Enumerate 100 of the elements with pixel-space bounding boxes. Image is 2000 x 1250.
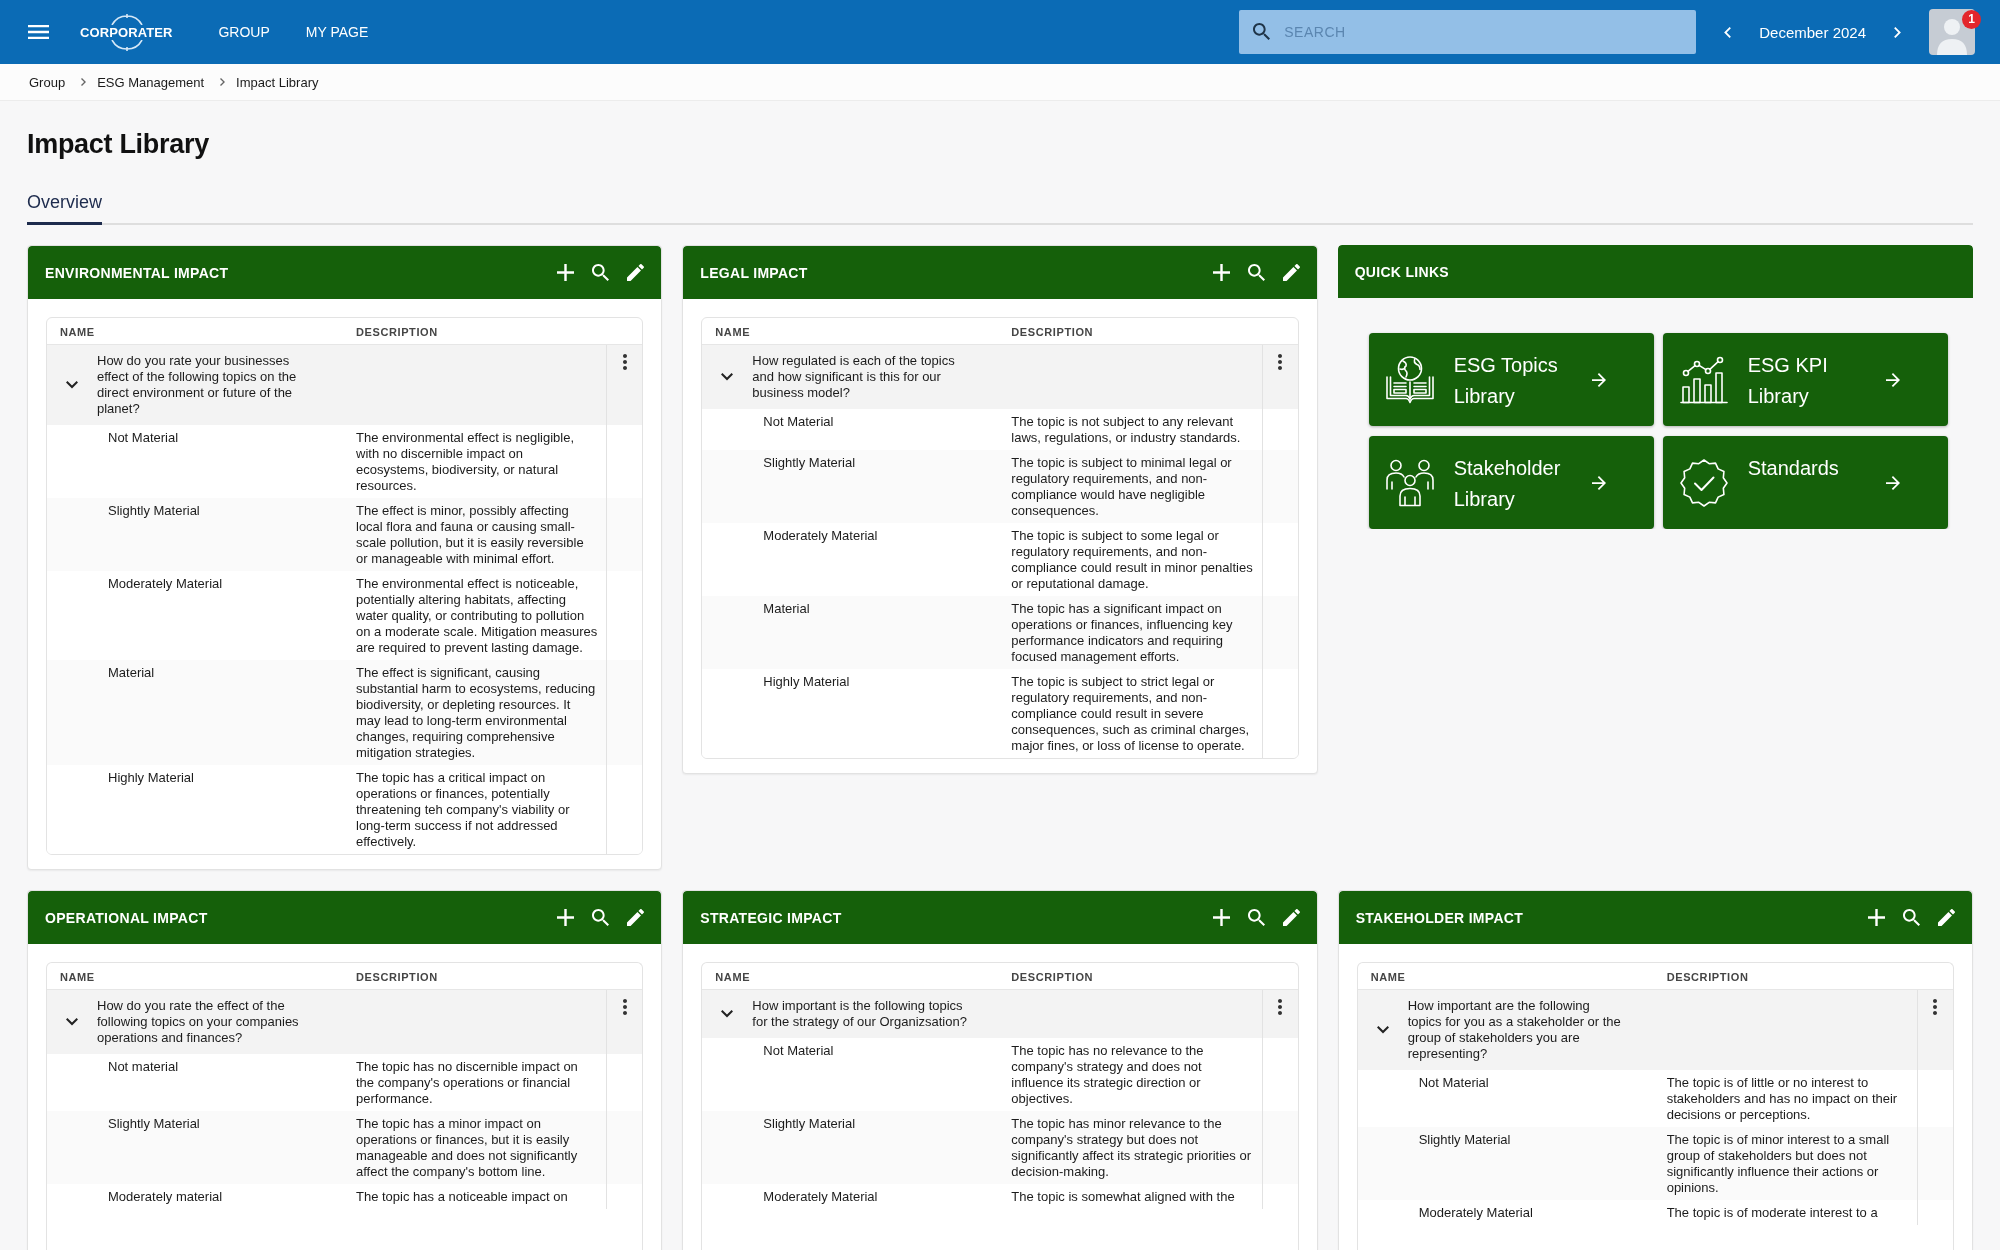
logo-text: CORPORATER xyxy=(80,24,173,40)
breadcrumb-current: Impact Library xyxy=(236,74,319,90)
plus-icon[interactable] xyxy=(557,264,575,281)
search-icon[interactable] xyxy=(1903,909,1920,926)
chevron-down-icon[interactable] xyxy=(66,1018,78,1026)
breadcrumb-link[interactable]: Group xyxy=(29,74,66,90)
panel-title: STAKEHOLDER IMPACT xyxy=(1355,909,1524,926)
search-icon[interactable] xyxy=(592,909,610,926)
table-cell-text: The effect is significant, causing substantial harm to ecosystems, reducing biodiversity, or depleting resources. It may lead to long-term environmental changes, requiring comprehensive mitigation strategies. xyxy=(356,665,597,761)
three-dots-icon[interactable] xyxy=(1278,354,1283,370)
chevron-right-icon xyxy=(220,78,226,86)
table-cell-text: The topic has a critical impact on operations or finances, potentially threatening teh company's viability or long-term success if not addressed effectively. xyxy=(356,770,571,850)
column-header: NAME xyxy=(1370,971,1406,983)
plus-icon[interactable] xyxy=(557,909,575,926)
quick-link-tile[interactable]: Standards xyxy=(1662,436,1948,529)
table-cell: The environmental effect is noticeable, potentially altering habitats, affecting water quality, or contributing to pollution on a moderate scale. Mitigation measures are required to prevent lasting damage. xyxy=(356,576,599,656)
nav-link[interactable]: MY PAGE xyxy=(305,24,369,40)
search-field[interactable]: SEARCH xyxy=(1239,10,1697,54)
search-icon[interactable] xyxy=(1247,264,1265,281)
column-header: DESCRIPTION xyxy=(1011,971,1094,983)
column-header: DESCRIPTION xyxy=(1011,326,1094,338)
pencil-icon[interactable] xyxy=(1282,264,1300,281)
breadcrumb-link[interactable]: ESG Management xyxy=(97,74,205,90)
table-cell-text: The topic has a minor impact on operations or finances, but it is easily manageable and does not significantly affect the company's bottom line. xyxy=(356,1116,579,1180)
column-header: DESCRIPTION xyxy=(356,326,438,338)
arrow-right-icon[interactable] xyxy=(1885,475,1900,490)
table-cell: Material xyxy=(763,601,810,617)
panel-title: ENVIRONMENTAL IMPACT xyxy=(45,264,229,281)
pencil-icon[interactable] xyxy=(627,264,645,281)
table-cell: Moderately Material xyxy=(763,1189,878,1205)
table-cell-text: The topic has minor relevance to the company's strategy but does not significantly affect its strategic priorities or decision-making. xyxy=(1011,1116,1252,1180)
chevron-down-icon[interactable] xyxy=(721,373,734,381)
chevron-right-icon[interactable] xyxy=(1894,26,1901,38)
menu-icon[interactable] xyxy=(28,25,49,39)
user-silhouette-icon[interactable] xyxy=(1929,9,1975,55)
table-cell: The topic is somewhat aligned with the xyxy=(1011,1189,1235,1205)
table-cell: Moderately Material xyxy=(1418,1205,1533,1221)
three-dots-icon[interactable] xyxy=(1278,999,1283,1015)
quick-link-tile[interactable]: Stakeholder Library xyxy=(1368,436,1654,529)
question-cell: How important is the following topics for the strategy of our Organizsation? xyxy=(752,998,968,1030)
tab[interactable]: Overview xyxy=(27,191,102,225)
nav-link[interactable]: GROUP xyxy=(218,24,270,40)
chevron-right-icon xyxy=(81,78,87,86)
column-header: DESCRIPTION xyxy=(356,971,438,983)
table-cell-text: The topic has a significant impact on operations or finances, influencing key performance indicators and requiring focused management efforts. xyxy=(1011,601,1234,665)
three-dots-icon[interactable] xyxy=(622,354,627,370)
table-cell: Not material xyxy=(108,1059,179,1075)
question-cell-text: How regulated is each of the topics and how significant is this for our business model? xyxy=(752,353,956,401)
chevron-down-icon[interactable] xyxy=(721,1010,734,1018)
column-header: NAME xyxy=(60,971,95,983)
table-cell: Slightly Material xyxy=(1418,1132,1511,1148)
table-cell-text: The topic is not subject to any relevant laws, regulations, or industry standards. xyxy=(1011,414,1242,446)
table-cell: Not Material xyxy=(1418,1075,1489,1091)
pencil-icon[interactable] xyxy=(1938,909,1955,926)
column-header: NAME xyxy=(715,971,751,983)
panel-title: OPERATIONAL IMPACT xyxy=(45,909,208,926)
pencil-icon[interactable] xyxy=(1282,909,1300,926)
table-cell-text: The topic has no discernible impact on the company's operations or financial performance. xyxy=(356,1059,579,1107)
table-cell: The topic is subject to some legal or regulatory requirements, and non-compliance could result in minor penalties or reputational damage. xyxy=(1011,528,1254,592)
question-cell-text: How do you rate the effect of the following topics on your companies operations and finances? xyxy=(97,998,300,1046)
plus-icon[interactable] xyxy=(1212,264,1230,281)
table-cell-text: The topic is of minor interest to a small group of stakeholders but does not significantly influence their actions or opinions. xyxy=(1666,1132,1891,1196)
chevron-down-icon[interactable] xyxy=(1376,1026,1389,1034)
table-cell: Moderately Material xyxy=(763,528,878,544)
table-cell-text: The effect is minor, possibly affecting local flora and fauna or causing small-scale pollution, but it is easily reversible or manageable with minimal effort. xyxy=(356,503,585,567)
table-cell: Slightly Material xyxy=(108,503,200,519)
arrow-right-icon[interactable] xyxy=(1885,372,1900,387)
table-cell: Not Material xyxy=(108,430,179,446)
chevron-left-icon[interactable] xyxy=(1724,26,1732,38)
arrow-right-icon[interactable] xyxy=(1591,475,1606,490)
page-title: Impact Library xyxy=(27,128,209,161)
table-cell: Not Material xyxy=(763,1043,834,1059)
table-cell: Not Material xyxy=(763,414,834,430)
plus-icon[interactable] xyxy=(1868,909,1885,926)
panel-title: STRATEGIC IMPACT xyxy=(700,909,842,926)
table-cell: Slightly Material xyxy=(763,1116,856,1132)
question-cell-text: How do you rate your businesses effect of the following topics on the direct environment or future of the planet? xyxy=(97,353,298,417)
search-icon[interactable] xyxy=(1247,909,1265,926)
question-cell-text: How important are the following topics for you as a stakeholder or the group of stakeholders you are representing? xyxy=(1407,998,1622,1062)
table-cell: Slightly Material xyxy=(763,455,856,471)
arrow-right-icon[interactable] xyxy=(1591,372,1606,387)
panel-title: LEGAL IMPACT xyxy=(700,264,808,281)
chevron-down-icon[interactable] xyxy=(66,381,78,389)
bar-chart-icon xyxy=(1679,355,1728,404)
table-cell: The topic has a noticeable impact on xyxy=(356,1189,568,1205)
table-cell: Highly Material xyxy=(108,770,194,786)
plus-icon[interactable] xyxy=(1212,909,1230,926)
pencil-icon[interactable] xyxy=(627,909,645,926)
three-dots-icon[interactable] xyxy=(622,999,627,1015)
panel-title: QUICK LINKS xyxy=(1354,263,1449,280)
table-cell-text: The topic has no relevance to the company's strategy and does not influence its strategic direction or objectives. xyxy=(1011,1043,1205,1107)
table-cell: The topic is of moderate interest to a xyxy=(1666,1205,1878,1221)
search-icon[interactable] xyxy=(592,264,610,281)
table-cell: Moderately material xyxy=(108,1189,223,1205)
three-dots-icon[interactable] xyxy=(1933,999,1938,1015)
table-cell: Moderately Material xyxy=(108,576,223,592)
quick-link-tile[interactable]: ESG KPI Library xyxy=(1662,333,1948,426)
table-cell-text: The environmental effect is negligible, with no discernible impact on ecosystems, biodiversity, or natural resources. xyxy=(356,430,575,494)
quick-link-tile[interactable]: ESG Topics Library xyxy=(1368,333,1654,426)
column-header: NAME xyxy=(715,326,751,338)
